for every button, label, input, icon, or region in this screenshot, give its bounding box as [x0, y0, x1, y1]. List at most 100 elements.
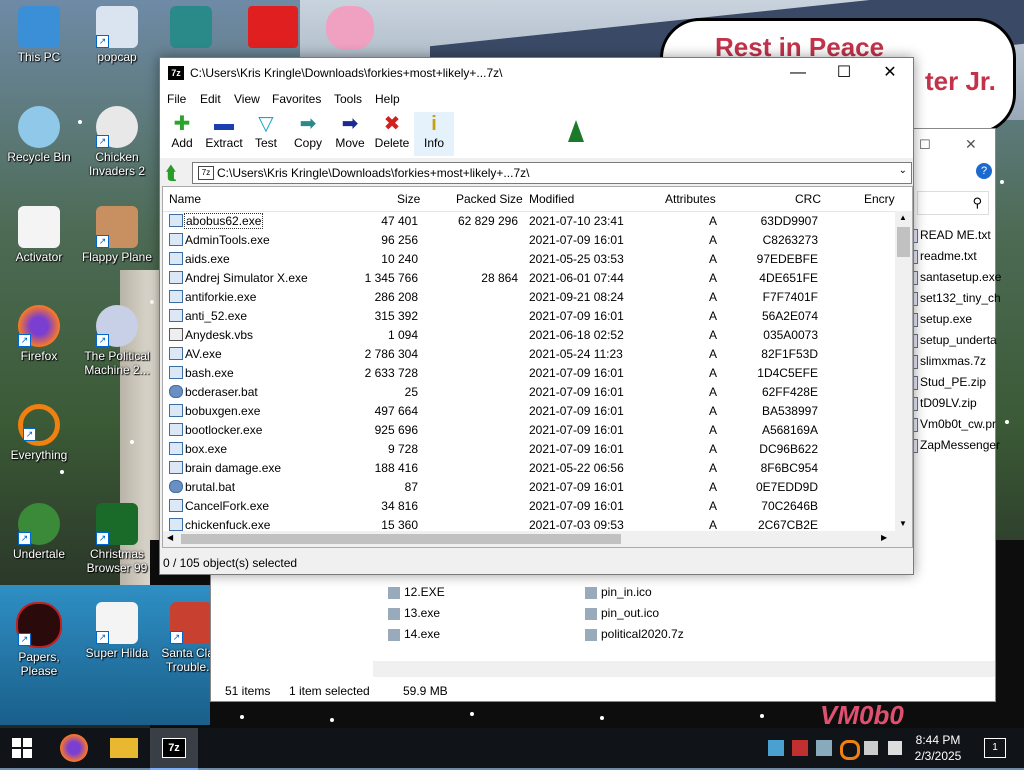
column-attributes[interactable]: Attributes: [665, 192, 716, 206]
file-item[interactable]: 14.exe: [388, 627, 440, 641]
file-row[interactable]: bash.exe 2 633 728 2021-07-09 16:01 A 1D4C5E…: [163, 363, 895, 382]
menu-help[interactable]: Help: [375, 92, 400, 106]
file-item[interactable]: 13.exe: [388, 606, 440, 620]
desktop-icon-chicken-invaders[interactable]: ↗ Chicken Invaders 2: [78, 106, 156, 178]
title-bar[interactable]: 7z C:\Users\Kris Kringle\Downloads\forki…: [160, 58, 913, 88]
move-button[interactable]: ➡ Move: [330, 112, 370, 156]
7zip-taskbar-button[interactable]: 7z: [150, 728, 198, 770]
horizontal-scrollbar[interactable]: ◀ ▶: [163, 531, 912, 547]
file-attributes: A: [709, 252, 718, 266]
close-button[interactable]: ✕: [867, 58, 913, 88]
column-encrypted[interactable]: Encry: [864, 192, 895, 206]
tray-icon[interactable]: [792, 740, 808, 756]
file-row[interactable]: aids.exe 10 240 2021-05-25 03:53 A 97EDEBFE: [163, 249, 895, 268]
file-explorer-taskbar-icon[interactable]: [110, 738, 138, 758]
file-row[interactable]: CancelFork.exe 34 816 2021-07-09 16:01 A 70C…: [163, 496, 895, 515]
add-button[interactable]: ✚ Add: [162, 112, 202, 156]
file-item[interactable]: setup_underta: [906, 333, 997, 348]
extract-button[interactable]: ▬ Extract: [204, 112, 244, 156]
network-icon[interactable]: [864, 741, 878, 755]
exe-file-icon: [169, 290, 183, 303]
file-item[interactable]: political2020.7z: [585, 627, 684, 641]
menu-tools[interactable]: Tools: [334, 92, 362, 106]
column-size[interactable]: Size: [397, 192, 420, 206]
vertical-scrollbar[interactable]: ▲ ▼: [895, 211, 912, 531]
up-folder-button[interactable]: ⮬: [166, 163, 186, 183]
desktop-icon-recycle-bin[interactable]: Recycle Bin: [0, 106, 78, 164]
file-row[interactable]: abobus62.exe 47 401 62 829 296 2021-07-10 2…: [163, 211, 895, 230]
desktop-icon-christmas-browser[interactable]: ↗ Christmas Browser 99: [78, 503, 156, 575]
file-item[interactable]: santasetup.exe: [906, 270, 1001, 285]
desktop-icon-political-machine[interactable]: ↗ The Political Machine 2...: [78, 305, 156, 377]
file-row[interactable]: AdminTools.exe 96 256 2021-07-09 16:01 A C82…: [163, 230, 895, 249]
file-row[interactable]: brain damage.exe 188 416 2021-05-22 06:56 A…: [163, 458, 895, 477]
file-row[interactable]: Andrej Simulator X.exe 1 345 766 28 864 202…: [163, 268, 895, 287]
maximize-button[interactable]: ☐: [821, 58, 867, 88]
desktop-icon-activator[interactable]: Activator: [0, 206, 78, 264]
file-item[interactable]: READ ME.txt: [906, 228, 991, 243]
scroll-up-icon[interactable]: ▲: [899, 213, 907, 222]
file-item[interactable]: pin_in.ico: [585, 585, 652, 599]
horizontal-scrollbar[interactable]: [373, 661, 995, 677]
menu-favorites[interactable]: Favorites: [272, 92, 321, 106]
info-button[interactable]: i Info: [414, 112, 454, 156]
desktop-icon-undertale[interactable]: ↗ Undertale: [0, 503, 78, 561]
file-item[interactable]: slimxmas.7z: [906, 354, 986, 369]
clock[interactable]: 8:44 PM 2/3/2025: [910, 732, 966, 764]
file-item[interactable]: Stud_PE.zip: [906, 375, 986, 390]
file-item[interactable]: pin_out.ico: [585, 606, 659, 620]
volume-icon[interactable]: [888, 741, 902, 755]
desktop-icon-pig[interactable]: [326, 6, 374, 50]
start-button[interactable]: [10, 736, 34, 760]
scrollbar-thumb[interactable]: [897, 227, 910, 257]
column-crc[interactable]: CRC: [795, 192, 821, 206]
desktop-icon-mcdonalds[interactable]: [248, 6, 298, 48]
desktop-icon-super-hilda[interactable]: ↗ Super Hilda: [78, 602, 156, 660]
file-row[interactable]: anti_52.exe 315 392 2021-07-09 16:01 A 56A2E…: [163, 306, 895, 325]
file-item[interactable]: setup.exe: [906, 312, 972, 327]
tray-icon[interactable]: [816, 740, 832, 756]
notification-icon[interactable]: 1: [984, 738, 1006, 758]
copy-button[interactable]: ➡ Copy: [288, 112, 328, 156]
column-packed-size[interactable]: Packed Size: [456, 192, 523, 206]
test-button[interactable]: ▽ Test: [246, 112, 286, 156]
file-row[interactable]: bobuxgen.exe 497 664 2021-07-09 16:01 A BA53…: [163, 401, 895, 420]
desktop-icon-game[interactable]: [170, 6, 212, 48]
file-item[interactable]: 12.EXE: [388, 585, 445, 599]
everything-tray-icon[interactable]: [840, 740, 860, 760]
desktop-icon-everything[interactable]: ↗ Everything: [0, 404, 78, 462]
file-item[interactable]: tD09LV.zip: [906, 396, 977, 411]
menu-view[interactable]: View: [234, 92, 260, 106]
delete-button[interactable]: ✖ Delete: [372, 112, 412, 156]
scroll-right-icon[interactable]: ▶: [881, 533, 887, 542]
file-row[interactable]: antiforkie.exe 286 208 2021-09-21 08:24 A F7…: [163, 287, 895, 306]
menu-file[interactable]: File: [167, 92, 186, 106]
file-item[interactable]: Vm0b0t_cw.pr: [906, 417, 996, 432]
desktop-icon-papers-please[interactable]: ↗ Papers, Please: [0, 602, 78, 678]
column-name[interactable]: Name: [169, 192, 201, 206]
file-row[interactable]: brutal.bat 87 2021-07-09 16:01 A 0E7EDD9D: [163, 477, 895, 496]
file-item[interactable]: ZapMessenger: [906, 438, 1000, 453]
scroll-left-icon[interactable]: ◀: [167, 533, 173, 542]
file-row[interactable]: bootlocker.exe 925 696 2021-07-09 16:01 A A5…: [163, 420, 895, 439]
minimize-button[interactable]: —: [775, 58, 821, 88]
desktop-icon-flappy-plane[interactable]: ↗ Flappy Plane: [78, 206, 156, 264]
file-item[interactable]: readme.txt: [906, 249, 977, 264]
address-input[interactable]: 7z C:\Users\Kris Kringle\Downloads\forki…: [192, 162, 912, 184]
column-modified[interactable]: Modified: [529, 192, 574, 206]
file-row[interactable]: AV.exe 2 786 304 2021-05-24 11:23 A 82F1F53D: [163, 344, 895, 363]
tray-icon[interactable]: [768, 740, 784, 756]
file-item[interactable]: set132_tiny_ch: [906, 291, 1001, 306]
file-row[interactable]: bcderaser.bat 25 2021-07-09 16:01 A 62FF428E: [163, 382, 895, 401]
desktop-icon-this-pc[interactable]: This PC: [0, 6, 78, 64]
desktop-icon-popcap[interactable]: ↗ popcap: [78, 6, 156, 64]
firefox-taskbar-icon[interactable]: [60, 734, 88, 762]
desktop-icon-firefox[interactable]: ↗ Firefox: [0, 305, 78, 363]
file-row[interactable]: Anydesk.vbs 1 094 2021-06-18 02:52 A 035A007…: [163, 325, 895, 344]
scrollbar-thumb[interactable]: [181, 534, 621, 544]
scroll-down-icon[interactable]: ▼: [899, 519, 907, 528]
chevron-down-icon[interactable]: ⌄: [899, 165, 907, 176]
menu-edit[interactable]: Edit: [200, 92, 221, 106]
archive-icon: 7z: [198, 166, 214, 180]
file-row[interactable]: box.exe 9 728 2021-07-09 16:01 A DC96B622: [163, 439, 895, 458]
